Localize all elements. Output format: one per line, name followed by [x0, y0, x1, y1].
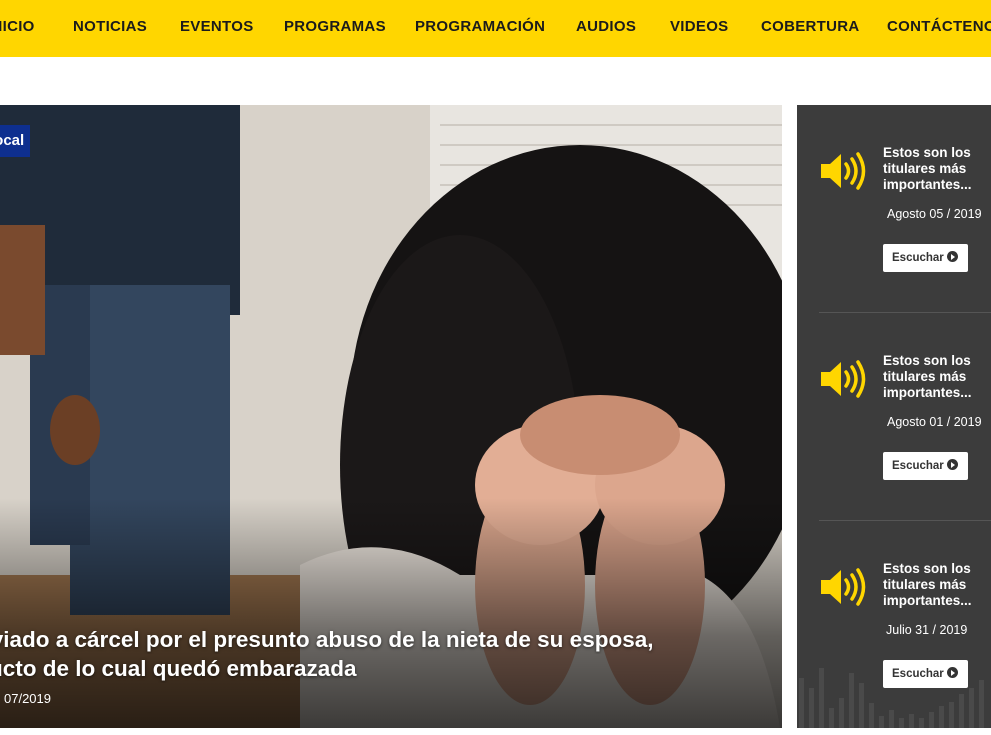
main-nav: INICIO NOTICIAS EVENTOS PROGRAMAS PROGRA…: [0, 0, 991, 57]
nav-item-programas[interactable]: PROGRAMAS: [284, 18, 386, 35]
nav-item-cobertura[interactable]: COBERTURA: [761, 18, 860, 35]
speaker-icon: [821, 360, 866, 398]
featured-news-title[interactable]: Enviado a cárcel por el presunto abuso d…: [0, 625, 662, 683]
speaker-icon: [821, 152, 866, 190]
audio-item: Estos son los titulares más importantes.…: [797, 313, 991, 521]
audio-title[interactable]: Estos son los titulares más importantes.…: [883, 145, 991, 193]
nav-item-audios[interactable]: AUDIOS: [576, 18, 636, 35]
listen-button[interactable]: Escuchar: [883, 452, 968, 480]
nav-item-inicio[interactable]: INICIO: [0, 18, 35, 35]
audio-date: Agosto 01 / 2019: [887, 415, 982, 429]
category-badge[interactable]: Local: [0, 125, 30, 157]
audio-item: Estos son los titulares más importantes.…: [797, 105, 991, 313]
featured-news[interactable]: Local Enviado a cárcel por el presunto a…: [0, 105, 782, 728]
audio-title[interactable]: Estos son los titulares más importantes.…: [883, 561, 991, 609]
image-gradient: [0, 498, 782, 728]
listen-button[interactable]: Escuchar: [883, 244, 968, 272]
audio-date: Agosto 05 / 2019: [887, 207, 982, 221]
nav-item-noticias[interactable]: NOTICIAS: [73, 18, 147, 35]
audio-date: Julio 31 / 2019: [886, 623, 968, 637]
featured-title-line-2[interactable]: producto de lo cual quedó embarazada: [0, 654, 662, 683]
listen-button-label: Escuchar: [892, 252, 944, 264]
nav-item-programacion[interactable]: PROGRAMACIÓN: [415, 18, 545, 35]
nav-item-contactenos[interactable]: CONTÁCTENOS: [887, 18, 991, 35]
featured-title-line-1[interactable]: Enviado a cárcel por el presunto abuso d…: [0, 625, 662, 654]
play-circle-icon: [946, 251, 958, 262]
listen-button-label: Escuchar: [892, 460, 944, 472]
featured-news-date: 07/2019: [4, 691, 51, 706]
audio-panel: Estos son los titulares más importantes.…: [797, 105, 991, 728]
audio-title[interactable]: Estos son los titulares más importantes.…: [883, 353, 991, 401]
play-circle-icon: [946, 459, 958, 470]
nav-item-eventos[interactable]: EVENTOS: [180, 18, 254, 35]
speaker-icon: [821, 568, 866, 606]
nav-item-videos[interactable]: VIDEOS: [670, 18, 728, 35]
waveform-decoration: [799, 668, 984, 728]
